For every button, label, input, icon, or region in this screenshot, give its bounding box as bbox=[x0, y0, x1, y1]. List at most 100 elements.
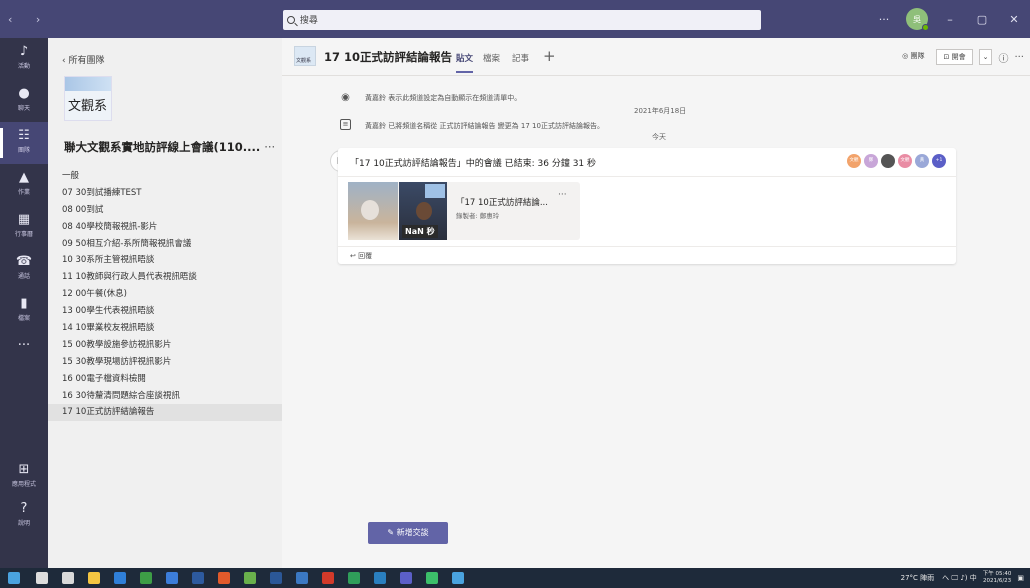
participant-avatar[interactable]: 黃 bbox=[915, 154, 929, 168]
nav-arrows[interactable]: ‹ › bbox=[8, 13, 50, 26]
channel-item[interactable]: 一般 bbox=[48, 168, 282, 185]
taskbar-app-icon[interactable] bbox=[426, 572, 438, 584]
team-name-label: 聯大文觀系實地訪評線上會議(110.... bbox=[64, 140, 261, 154]
add-tab-button[interactable]: + bbox=[543, 47, 556, 65]
phone-icon: ☎ bbox=[15, 254, 33, 269]
participant-avatars: 文觀鄭文觀黃 +1 bbox=[847, 154, 946, 168]
channel-item[interactable]: 15 00教學設施參訪視訊影片 bbox=[48, 337, 282, 354]
team-name[interactable]: 聯大文觀系實地訪評線上會議(110.... ··· bbox=[64, 139, 275, 155]
rail-label: 行事曆 bbox=[14, 231, 33, 238]
taskbar-app-icon[interactable] bbox=[322, 572, 334, 584]
notifications-icon[interactable]: ▣ bbox=[1017, 574, 1024, 582]
rail-item-4[interactable]: ▦ 行事曆 bbox=[0, 206, 48, 248]
taskbar-app-icon[interactable] bbox=[244, 572, 256, 584]
clock-date: 2021/6/23 bbox=[982, 578, 1012, 584]
meeting-title: 「17 10正式訪評結論... bbox=[456, 198, 548, 208]
taskbar-app-icon[interactable] bbox=[140, 572, 152, 584]
rail-item-6[interactable]: ▮ 檔案 bbox=[0, 290, 48, 332]
search-input[interactable]: 搜尋 bbox=[283, 10, 761, 30]
date-separator-2: 今天 bbox=[652, 133, 666, 141]
profile-avatar[interactable]: 吳 bbox=[906, 8, 929, 31]
new-conversation-button[interactable]: ✎ 新增交談 bbox=[368, 522, 448, 544]
new-conversation-label: 新增交談 bbox=[396, 528, 429, 537]
taskbar-app-icon[interactable] bbox=[452, 572, 464, 584]
rail-item-3[interactable]: ▲ 作業 bbox=[0, 164, 48, 206]
channel-item[interactable]: 09 50相互介紹-系所簡報視訊會議 bbox=[48, 236, 282, 253]
close-icon[interactable]: ✕ bbox=[998, 13, 1030, 26]
channel-item[interactable]: 11 10教師與行政人員代表視訊晤談 bbox=[48, 269, 282, 286]
rail-label: 團隊 bbox=[17, 147, 30, 154]
channel-item[interactable]: 16 30待釐清問題綜合座談視訊 bbox=[48, 388, 282, 405]
windows-taskbar: 27°C 陣雨 へ 🖵 ♪) 中 下午 05:40 2021/6/23 ▣ bbox=[0, 568, 1030, 588]
meeting-recording-card[interactable]: NaN 秒 「17 10正式訪評結論... 錄製者: 鄭惠玲 ··· bbox=[348, 182, 580, 240]
channel-item[interactable]: 07 30到試播練TEST bbox=[48, 185, 282, 202]
channel-item[interactable]: 10 30系所主管視訊晤談 bbox=[48, 252, 282, 269]
taskbar-app-icon[interactable] bbox=[8, 572, 20, 584]
meet-dropdown[interactable]: ⌄ bbox=[978, 49, 993, 65]
tab-files[interactable]: 檔案 bbox=[483, 52, 500, 64]
taskbar-app-icon[interactable] bbox=[166, 572, 178, 584]
rail-bottom-item-0[interactable]: ⊞ 應用程式 bbox=[0, 456, 48, 498]
clock-time: 下午 05:40 bbox=[982, 571, 1012, 577]
channel-title: 17 10正式訪評結論報告 bbox=[324, 50, 453, 64]
post-title: 「17 10正式訪評結論報告」中的會議 已結束: 36 分鐘 31 秒 bbox=[350, 159, 597, 169]
bell-icon: ♪ bbox=[19, 44, 29, 59]
taskbar-app-icon[interactable] bbox=[374, 572, 386, 584]
taskbar-app-icon[interactable] bbox=[192, 572, 204, 584]
rail-label: 說明 bbox=[17, 520, 30, 527]
weather-widget[interactable]: 27°C 陣雨 bbox=[901, 573, 935, 583]
reply-button[interactable]: ↩ 回覆 bbox=[350, 251, 372, 261]
info-icon[interactable]: ⓘ bbox=[998, 50, 1008, 65]
minimize-icon[interactable]: – bbox=[934, 13, 966, 26]
channel-list: 一般 07 30到試播練TEST 08 00到試 08 40學校簡報視訊-影片 09 5… bbox=[48, 168, 282, 422]
rail-label: 應用程式 bbox=[11, 481, 36, 488]
channel-item[interactable]: 14 10畢業校友視訊晤談 bbox=[48, 320, 282, 337]
channel-main: 文觀系 17 10正式訪評結論報告 貼文 檔案 記事 + ◎ 團隊 ⊡ 開會 ⌄… bbox=[282, 38, 1030, 568]
back-to-teams-link[interactable]: ‹ 所有團隊 bbox=[62, 53, 104, 66]
participant-avatar[interactable]: 文觀 bbox=[898, 154, 912, 168]
meet-button[interactable]: ⊡ 開會 bbox=[936, 49, 973, 65]
tray-icons[interactable]: へ 🖵 ♪) 中 bbox=[942, 573, 977, 583]
rail-item-1[interactable]: ● 聊天 bbox=[0, 80, 48, 122]
rail-bottom-item-1[interactable]: ? 說明 bbox=[0, 495, 48, 537]
taskbar-app-icon[interactable] bbox=[62, 572, 74, 584]
clock[interactable]: 下午 05:40 2021/6/23 bbox=[983, 571, 1012, 585]
meeting-more-icon[interactable]: ··· bbox=[558, 190, 567, 200]
channel-item[interactable]: 16 00電子檔資料檢閱 bbox=[48, 371, 282, 388]
avatar-initials: 吳 bbox=[913, 14, 921, 24]
taskbar-app-icon[interactable] bbox=[114, 572, 126, 584]
taskbar-app-icon[interactable] bbox=[88, 572, 100, 584]
taskbar-app-icon[interactable] bbox=[270, 572, 282, 584]
tab-posts[interactable]: 貼文 bbox=[456, 52, 474, 73]
taskbar-app-icon[interactable] bbox=[218, 572, 230, 584]
taskbar-app-icon[interactable] bbox=[348, 572, 360, 584]
maximize-icon[interactable]: ▢ bbox=[966, 13, 998, 26]
rail-item-5[interactable]: ☎ 通話 bbox=[0, 248, 48, 290]
taskbar-app-icon[interactable] bbox=[36, 572, 48, 584]
rail-label: 通話 bbox=[17, 273, 30, 280]
rail-item-0[interactable]: ♪ 活動 bbox=[0, 38, 48, 80]
channel-item[interactable]: 15 30教學現場訪評視訊影片 bbox=[48, 354, 282, 371]
taskbar-app-icon[interactable] bbox=[296, 572, 308, 584]
calendar-icon: ▦ bbox=[17, 212, 31, 227]
more-options-icon[interactable]: ··· bbox=[868, 13, 900, 26]
channel-item[interactable]: 08 00到試 bbox=[48, 202, 282, 219]
channel-item[interactable]: 17 10正式訪評結論報告 bbox=[48, 404, 282, 422]
channel-item[interactable]: 12 00午餐(休息) bbox=[48, 286, 282, 303]
team-more-icon[interactable]: ··· bbox=[264, 140, 275, 154]
participant-avatar[interactable] bbox=[881, 154, 895, 168]
search-icon bbox=[287, 16, 295, 24]
system-tray: 27°C 陣雨 へ 🖵 ♪) 中 下午 05:40 2021/6/23 ▣ bbox=[901, 568, 1030, 588]
team-button[interactable]: ◎ 團隊 bbox=[896, 49, 930, 65]
app-rail: ♪ 活動 ● 聊天 ☷ 團隊 ▲ 作業 ▦ 行事曆 ☎ 通話 ▮ 檔案 ··· ⊞ 應用程式? 說明 bbox=[0, 38, 48, 568]
participant-avatar[interactable]: 文觀 bbox=[847, 154, 861, 168]
tab-notes[interactable]: 記事 bbox=[512, 52, 529, 64]
more-icon[interactable]: ··· bbox=[1014, 52, 1024, 63]
channel-item[interactable]: 13 00學生代表視訊晤談 bbox=[48, 303, 282, 320]
participant-avatar[interactable]: +1 bbox=[932, 154, 946, 168]
participant-avatar[interactable]: 鄭 bbox=[864, 154, 878, 168]
channel-item[interactable]: 08 40學校簡報視訊-影片 bbox=[48, 219, 282, 236]
rail-item-7[interactable]: ··· bbox=[0, 332, 48, 374]
rail-item-2[interactable]: ☷ 團隊 bbox=[0, 122, 48, 164]
taskbar-app-icon[interactable] bbox=[400, 572, 412, 584]
